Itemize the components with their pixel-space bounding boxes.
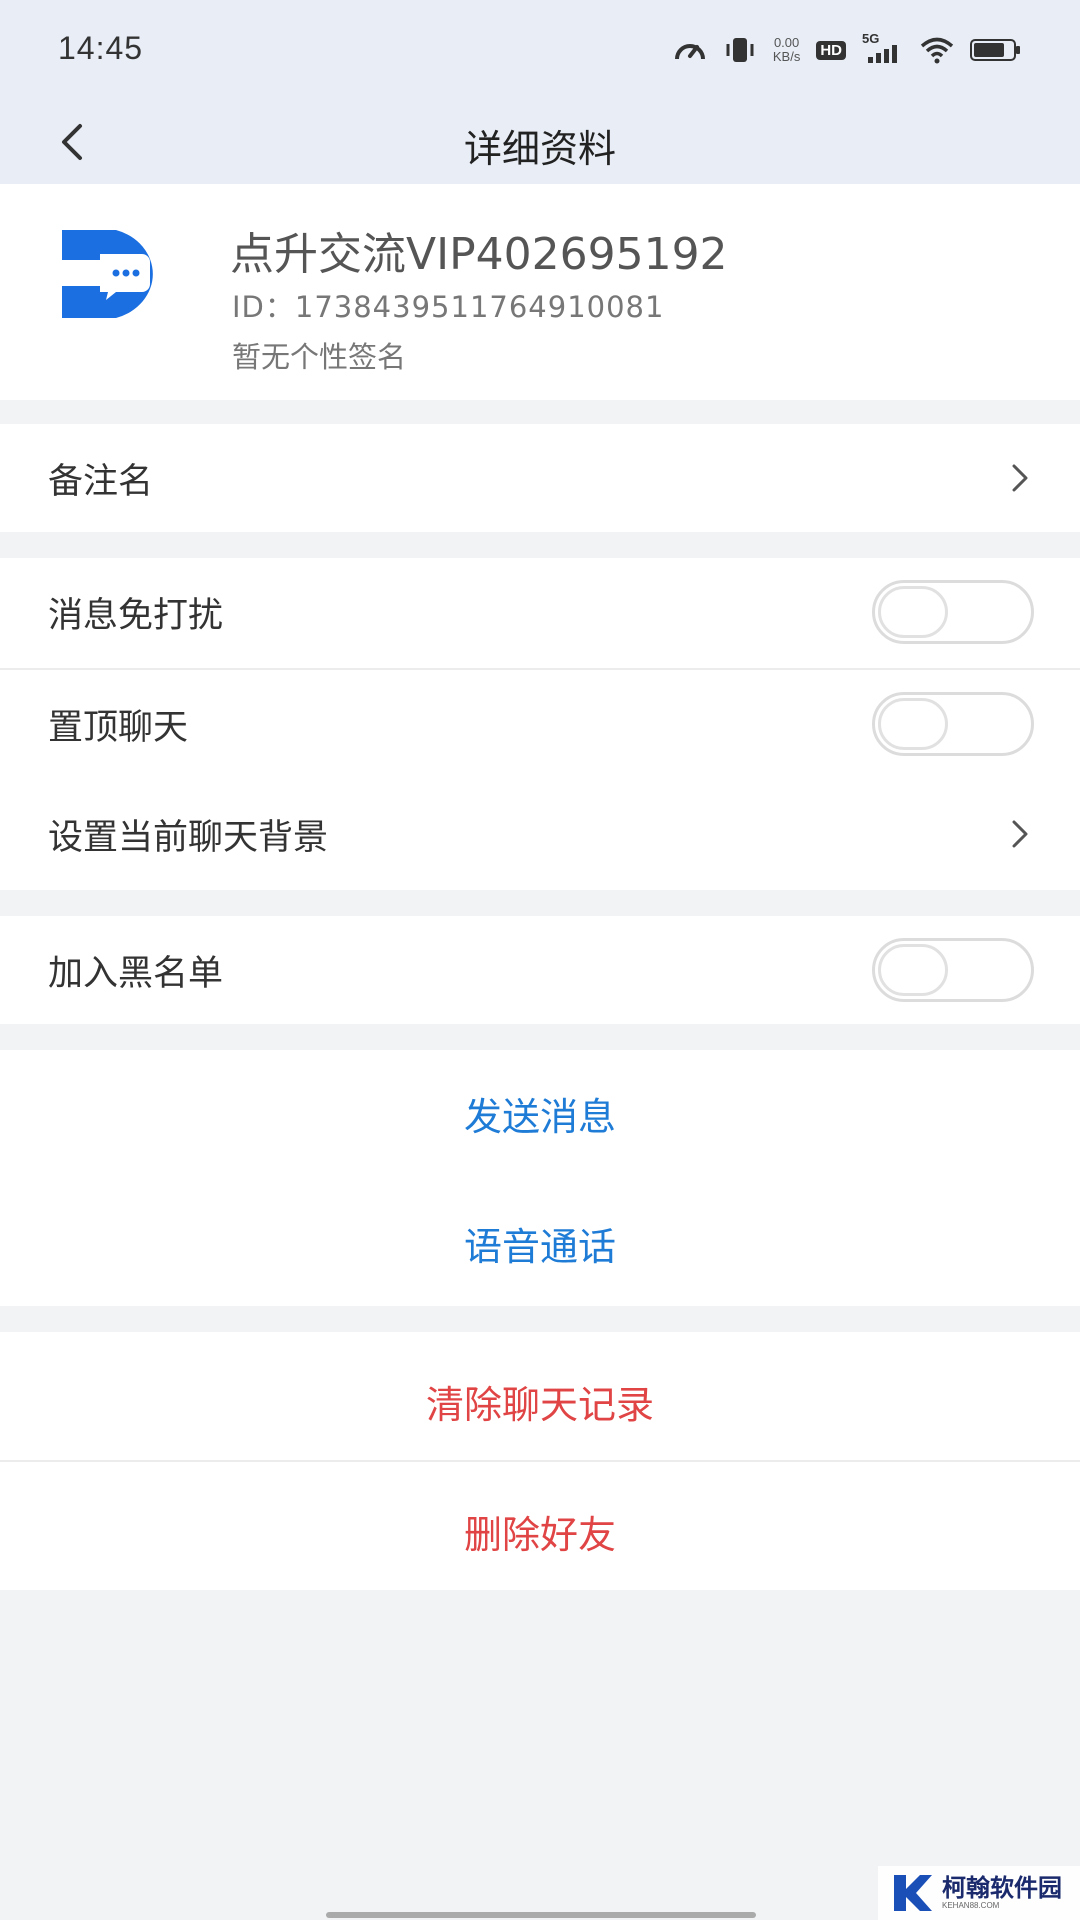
voice-call-button[interactable]: 语音通话 — [0, 1216, 1080, 1271]
chevron-right-icon — [1012, 820, 1028, 848]
nav-bar: 详细资料 — [0, 100, 1080, 184]
blacklist-label: 加入黑名单 — [48, 953, 224, 994]
communication-actions: 发送消息 语音通话 — [0, 1050, 1080, 1306]
avatar[interactable] — [60, 226, 170, 322]
clear-history-button[interactable]: 清除聊天记录 — [0, 1374, 1080, 1429]
toggle-knob — [878, 586, 948, 638]
watermark-logo-icon — [894, 1875, 932, 1911]
battery-icon — [970, 39, 1020, 61]
signal-icon: 5G — [862, 31, 904, 65]
chevron-right-icon — [1012, 464, 1028, 492]
net-speed: 0.00 KB/s — [773, 36, 800, 64]
profile-card: 点升交流VIP402695192 ID：1738439511764910081 … — [0, 184, 1080, 400]
net-speed-unit: KB/s — [772, 49, 801, 64]
profile-id: ID：1738439511764910081 — [232, 290, 665, 324]
mute-label: 消息免打扰 — [48, 595, 224, 636]
blacklist-section: 加入黑名单 — [0, 916, 1080, 1024]
mute-row: 消息免打扰 — [0, 558, 1080, 666]
mute-toggle[interactable] — [872, 580, 1034, 644]
profile-signature: 暂无个性签名 — [232, 340, 407, 374]
profile-name: 点升交流VIP402695192 — [230, 229, 728, 280]
page-title: 详细资料 — [463, 127, 616, 171]
pin-row: 置顶聊天 — [0, 670, 1080, 778]
hd-badge: HD — [816, 40, 846, 60]
watermark-text: 柯翰软件园 KEHAN88.COM — [942, 1875, 1062, 1911]
pin-label: 置顶聊天 — [48, 707, 189, 748]
chat-settings-section: 消息免打扰 置顶聊天 设置当前聊天背景 — [0, 558, 1080, 890]
watermark-en: KEHAN88.COM — [942, 1901, 1000, 1910]
net-speed-value: 0.00 — [773, 35, 800, 50]
send-message-button[interactable]: 发送消息 — [0, 1086, 1080, 1141]
remark-section: 备注名 — [0, 424, 1080, 532]
home-indicator[interactable] — [326, 1912, 756, 1918]
speedometer-icon — [674, 44, 705, 60]
toggle-knob — [878, 944, 948, 996]
chat-background-row[interactable]: 设置当前聊天背景 — [0, 780, 1080, 888]
delete-friend-button[interactable]: 删除好友 — [0, 1504, 1080, 1559]
remark-label: 备注名 — [48, 461, 154, 502]
vibrate-icon — [726, 38, 754, 62]
blacklist-row: 加入黑名单 — [0, 916, 1080, 1024]
divider — [0, 1460, 1080, 1462]
wifi-icon — [920, 37, 954, 64]
watermark-cn: 柯翰软件园 — [942, 1874, 1062, 1902]
blacklist-toggle[interactable] — [872, 938, 1034, 1002]
status-time: 14:45 — [58, 30, 144, 66]
toggle-knob — [878, 698, 948, 750]
status-icons: 0.00 KB/s HD 5G — [673, 30, 1022, 70]
pin-toggle[interactable] — [872, 692, 1034, 756]
danger-actions: 清除聊天记录 删除好友 — [0, 1332, 1080, 1590]
chat-background-label: 设置当前聊天背景 — [48, 817, 329, 858]
remark-row[interactable]: 备注名 — [0, 424, 1080, 532]
status-bar: 14:45 0.00 KB/s HD 5G — [0, 0, 1080, 100]
watermark: 柯翰软件园 KEHAN88.COM — [878, 1866, 1080, 1920]
